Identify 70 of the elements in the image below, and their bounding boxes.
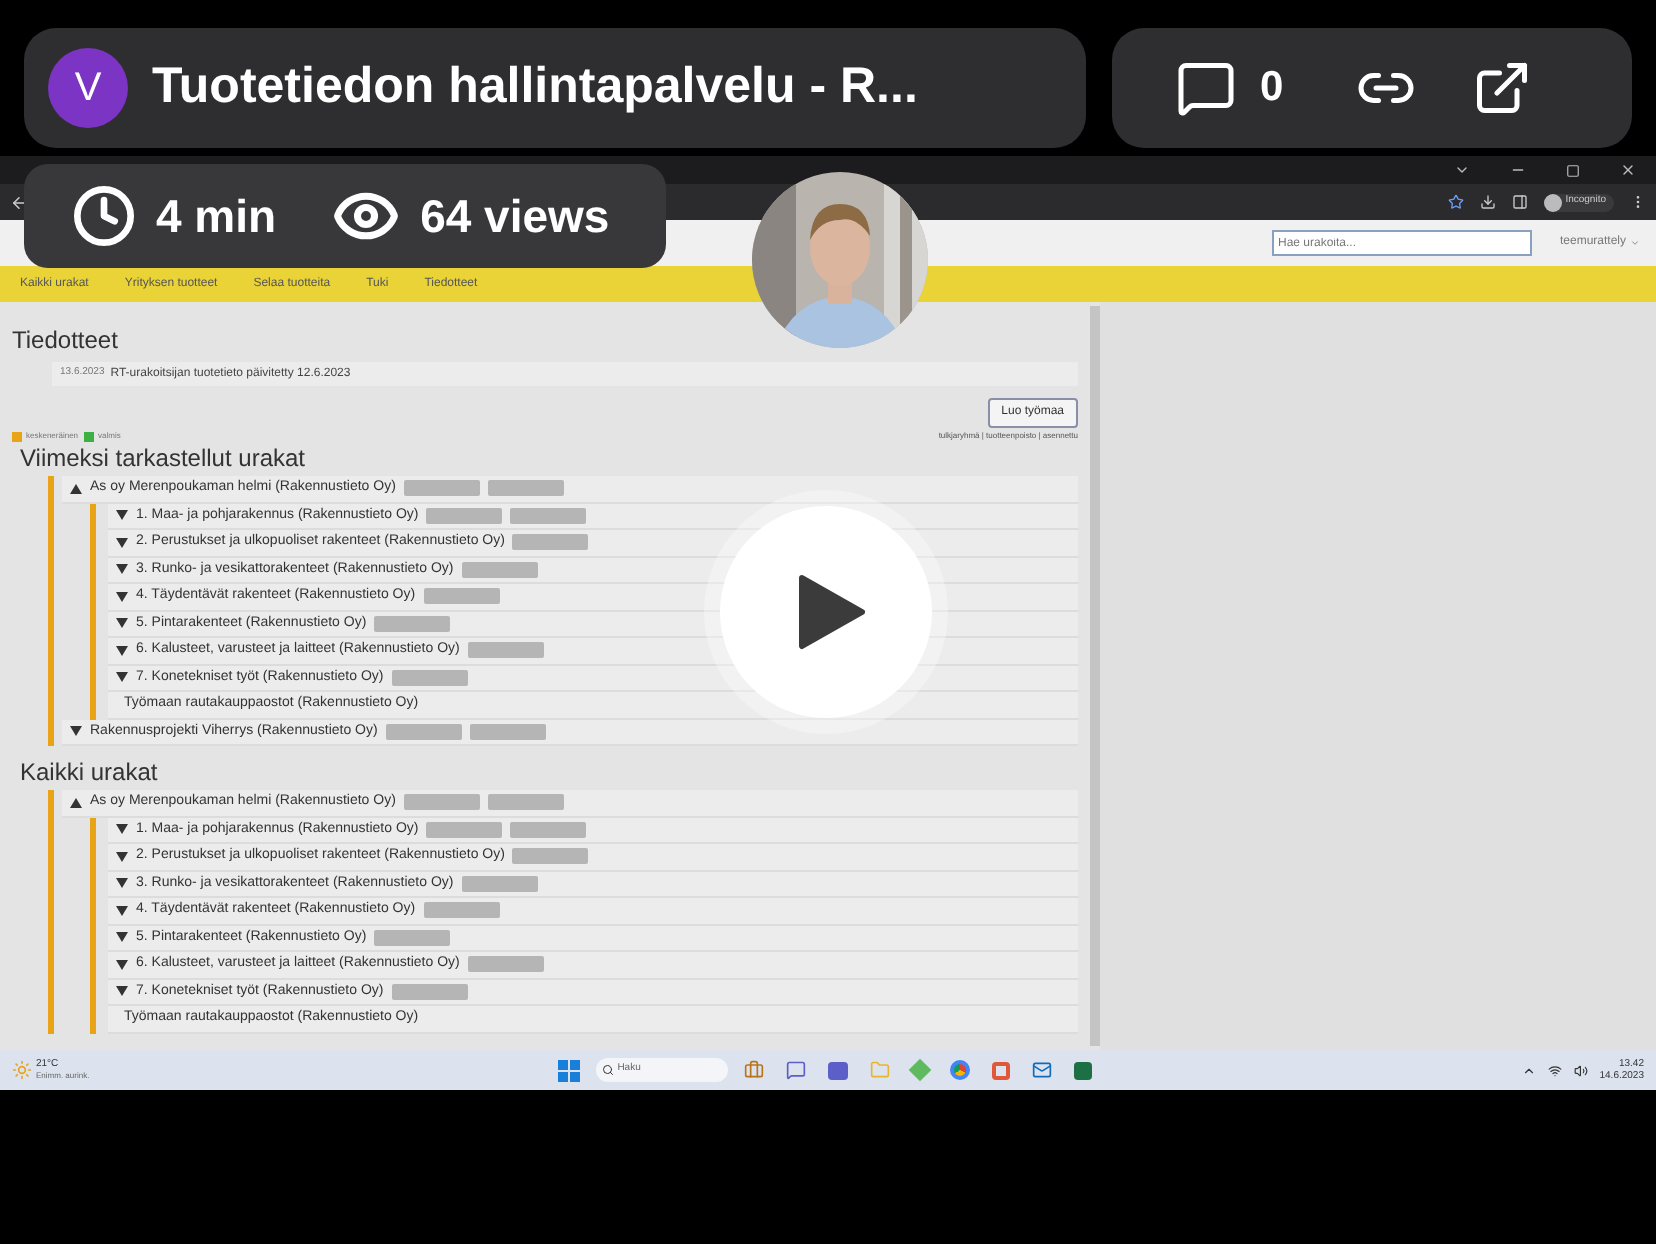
caret-icon[interactable] (116, 932, 128, 943)
chevron-up-icon[interactable] (1521, 1063, 1536, 1077)
caret-icon[interactable] (116, 672, 128, 683)
scrollbar[interactable] (1090, 306, 1100, 1046)
blurred-tag (403, 794, 480, 811)
comments-button[interactable]: 0 (1176, 56, 1284, 120)
star-icon[interactable] (1447, 194, 1464, 210)
blurred-tag (391, 669, 468, 686)
blurred-tag (374, 615, 451, 632)
caret-icon (1630, 238, 1640, 248)
blurred-tag (426, 507, 503, 524)
user-avatar: V (48, 48, 128, 128)
caret-icon[interactable] (70, 483, 82, 494)
blurred-tag (467, 642, 544, 659)
blurred-tag (403, 480, 480, 497)
caret-icon[interactable] (116, 851, 128, 862)
outlook-icon[interactable] (1031, 1060, 1052, 1080)
video-title: Tuotetiedon hallintapalvelu - R... (152, 56, 918, 119)
caret-icon[interactable] (116, 591, 128, 602)
clock-icon (72, 184, 136, 248)
search-icon (601, 1064, 614, 1076)
blurred-tag (423, 588, 500, 605)
duration: 4 min (156, 187, 277, 246)
caret-icon[interactable] (116, 878, 128, 889)
caret-icon[interactable] (116, 564, 128, 575)
start-icon[interactable] (557, 1059, 580, 1081)
maximize-icon[interactable] (1566, 163, 1580, 177)
caret-icon[interactable] (116, 618, 128, 629)
blurred-tag (391, 983, 468, 1000)
speaker-icon[interactable] (1573, 1063, 1588, 1077)
caret-icon[interactable] (116, 986, 128, 997)
caret-icon[interactable] (70, 797, 82, 808)
blurred-tag (510, 821, 587, 838)
chat-icon[interactable] (785, 1060, 806, 1080)
download-icon[interactable] (1479, 194, 1496, 210)
view-count: 64 views (420, 187, 610, 246)
caret-icon[interactable] (116, 645, 128, 656)
close-icon[interactable] (1620, 162, 1636, 178)
blurred-tag (487, 480, 564, 497)
news-heading: Tiedotteet (12, 326, 120, 354)
play-icon (798, 574, 866, 650)
blurred-tag (423, 902, 500, 919)
briefcase-icon[interactable] (743, 1060, 764, 1080)
blurred-tag (469, 723, 546, 740)
blurred-tag (487, 794, 564, 811)
back-icon[interactable] (10, 193, 28, 211)
caret-icon[interactable] (116, 959, 128, 970)
avatar-icon (1543, 193, 1562, 211)
caret-icon[interactable] (116, 824, 128, 835)
snipping-icon[interactable] (991, 1061, 1010, 1079)
blurred-tag (385, 723, 462, 740)
section-heading: Viimeksi tarkastellut urakat (20, 444, 307, 472)
blurred-tag (426, 821, 503, 838)
chevron-icon[interactable] (1454, 162, 1470, 178)
blurred-tag (461, 561, 538, 578)
blurred-tag (461, 875, 538, 892)
sidebar-icon[interactable] (1511, 194, 1528, 210)
comment-icon (1176, 58, 1236, 118)
caret-icon[interactable] (116, 537, 128, 548)
blurred-tag (510, 507, 587, 524)
caret-icon[interactable] (116, 510, 128, 521)
blurred-tag (374, 929, 451, 946)
external-link-icon[interactable] (1471, 58, 1532, 118)
caret-icon[interactable] (70, 726, 82, 737)
section-heading: Kaikki urakat (20, 758, 160, 786)
caret-icon[interactable] (116, 905, 128, 916)
blurred-tag (467, 956, 544, 973)
wifi-icon[interactable] (1547, 1063, 1562, 1077)
blurred-tag (512, 534, 589, 551)
blurred-tag (512, 848, 589, 865)
